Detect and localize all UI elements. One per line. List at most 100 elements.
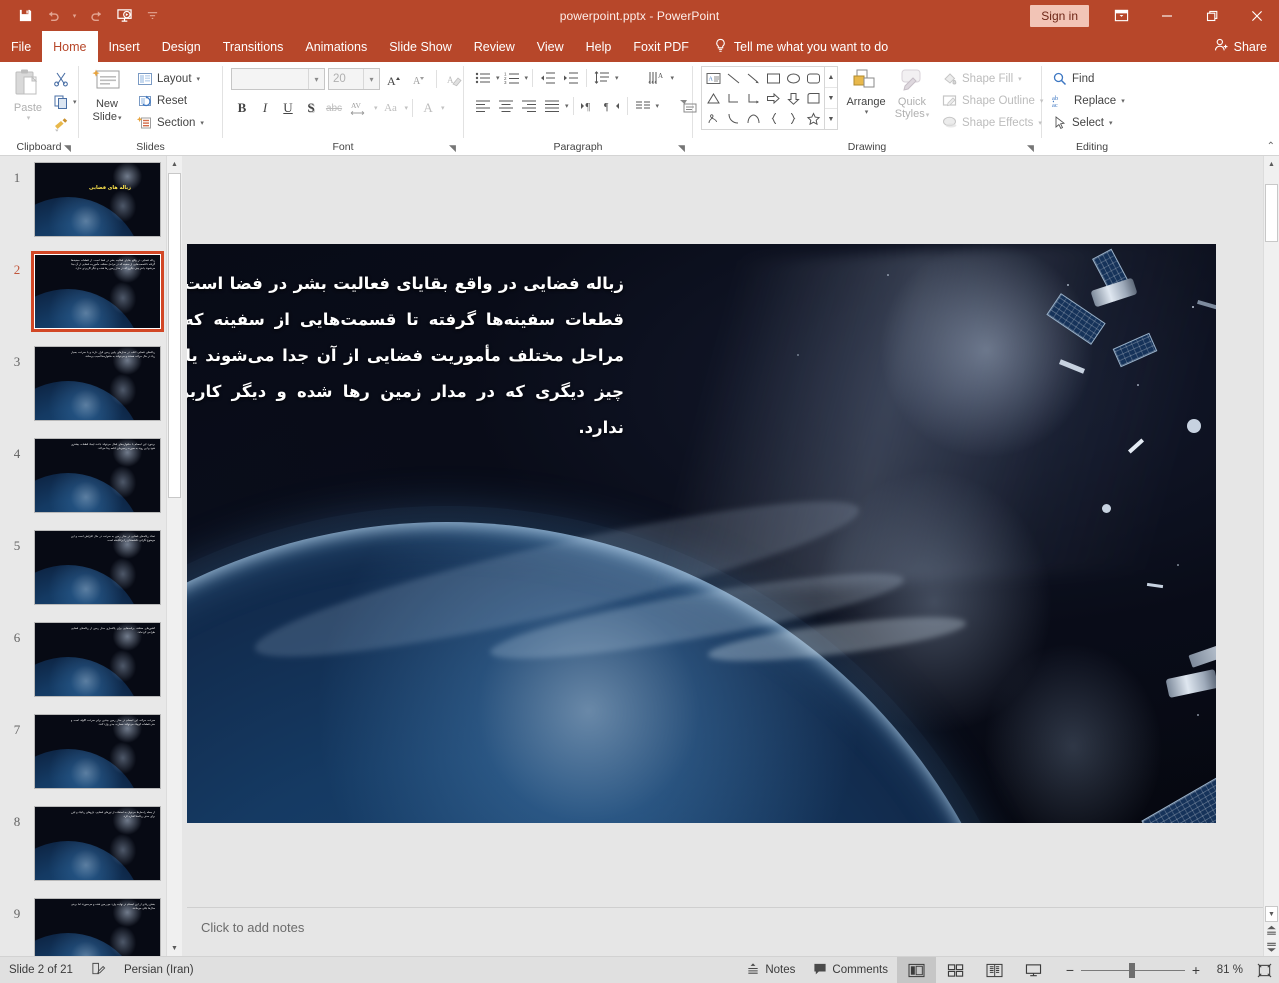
left-brace-shape-icon[interactable] (763, 108, 783, 128)
list-item[interactable]: 9 بخش زیادی از این اجسام در نهایت وارد ج… (0, 892, 182, 956)
slide-scroll-down-icon[interactable]: ▼ (1265, 906, 1278, 922)
strikethrough-button[interactable]: abc (323, 97, 345, 119)
rounded-rectangle-shape-icon[interactable] (803, 68, 823, 88)
tab-design[interactable]: Design (151, 31, 212, 62)
ribbon-display-options-icon[interactable] (1099, 0, 1144, 31)
reset-button[interactable]: Reset (133, 90, 208, 112)
undo-dropdown-icon[interactable]: ▾ (68, 4, 81, 28)
text-box-shape-icon[interactable]: A (703, 68, 723, 88)
notes-pane[interactable]: Click to add notes (187, 908, 1263, 956)
scribble-shape-icon[interactable] (703, 108, 723, 128)
tab-animations[interactable]: Animations (294, 31, 378, 62)
slide-thumbnail[interactable]: برخورد این اجسام با ماهواره‌های فعال می‌… (34, 438, 161, 513)
arrange-button[interactable]: Arrange ▾ (844, 66, 888, 116)
tell-me-box[interactable]: Tell me what you want to do (714, 31, 888, 62)
right-arrow-shape-icon[interactable] (763, 88, 783, 108)
select-button[interactable]: Select ▾ (1048, 112, 1129, 134)
columns-button[interactable] (632, 95, 654, 117)
change-case-dropdown-icon[interactable]: ▾ (405, 104, 409, 112)
copy-button[interactable] (50, 91, 72, 113)
align-center-button[interactable] (495, 95, 517, 117)
paste-dropdown-icon[interactable]: ▾ (27, 114, 31, 122)
font-size-dropdown-icon[interactable]: ▾ (363, 69, 379, 89)
next-slide-button[interactable] (1264, 939, 1279, 956)
thumbnail-scroll-down-icon[interactable]: ▼ (167, 940, 182, 956)
sign-in-button[interactable]: Sign in (1030, 4, 1089, 27)
drawing-dialog-launcher[interactable]: ◥ (1027, 143, 1038, 154)
customize-qat-icon[interactable] (139, 4, 165, 28)
font-color-dropdown-icon[interactable]: ▾ (441, 104, 445, 112)
start-presentation-icon[interactable] (111, 4, 137, 28)
save-icon[interactable] (12, 4, 38, 28)
align-left-button[interactable] (472, 95, 494, 117)
font-color-button[interactable]: A (417, 97, 439, 119)
character-spacing-button[interactable]: AV (346, 97, 372, 119)
underline-button[interactable]: U (277, 97, 299, 119)
down-arrow-shape-icon[interactable] (783, 88, 803, 108)
clipboard-dialog-launcher[interactable]: ◥ (64, 143, 75, 154)
justify-dropdown-icon[interactable]: ▾ (565, 102, 569, 110)
comments-button[interactable]: Comments (804, 957, 897, 983)
align-right-button[interactable] (518, 95, 540, 117)
rtl-text-direction-button[interactable]: ¶ (601, 95, 623, 117)
slide-thumbnail[interactable]: زباله های فضایی (34, 162, 161, 237)
slide-body-text[interactable]: زباله فضایی در واقع بقایای فعالیت بشر در… (187, 266, 624, 446)
elbow-connector-shape-icon[interactable] (723, 88, 743, 108)
list-item[interactable]: 1 زباله های فضایی (0, 156, 182, 248)
zoom-in-button[interactable]: + (1185, 957, 1207, 983)
tab-view[interactable]: View (526, 31, 575, 62)
slide-scrollbar-track[interactable] (1264, 172, 1279, 906)
minimize-button[interactable] (1144, 0, 1189, 31)
increase-indent-button[interactable] (560, 67, 582, 89)
tab-file[interactable]: File (0, 31, 42, 62)
tab-slide-show[interactable]: Slide Show (378, 31, 463, 62)
slide-thumbnail[interactable]: سرعت حرکت این اجسام در مدار زمین چندین ب… (34, 714, 161, 789)
oval-shape-icon[interactable] (783, 68, 803, 88)
slide-show-button[interactable] (1014, 957, 1053, 983)
bullets-button[interactable] (472, 67, 494, 89)
font-name-dropdown-icon[interactable]: ▾ (308, 69, 324, 89)
shapes-more-icon[interactable]: ▼ (825, 109, 837, 129)
font-dialog-launcher[interactable]: ◥ (449, 143, 460, 154)
arrange-dropdown-icon[interactable]: ▾ (865, 108, 869, 116)
normal-view-button[interactable] (897, 956, 936, 983)
decrease-font-size-button[interactable]: A (408, 68, 430, 90)
slide-scrollbar[interactable]: ▲ ▼ (1263, 156, 1279, 956)
tab-help[interactable]: Help (575, 31, 623, 62)
numbering-button[interactable]: 123 (501, 67, 523, 89)
thumbnail-scrollbar-thumb[interactable] (168, 173, 181, 498)
thumbnail-scrollbar[interactable]: ▲ ▼ (166, 156, 182, 956)
collapse-ribbon-icon[interactable]: ⌃ (1267, 141, 1275, 152)
decrease-indent-button[interactable] (537, 67, 559, 89)
paste-button[interactable]: Paste ▾ (6, 66, 50, 136)
list-item[interactable]: 2 زباله فضایی در واقع بقایای فعالیت بشر … (0, 248, 182, 340)
accessibility-checker-button[interactable] (82, 957, 115, 983)
curve-shape-icon[interactable] (743, 108, 763, 128)
shape-effects-button[interactable]: Shape Effects ▾ (938, 112, 1047, 134)
find-button[interactable]: Find (1048, 68, 1129, 90)
new-slide-button[interactable]: New Slide▾ (85, 66, 129, 125)
paragraph-dialog-launcher[interactable]: ◥ (678, 143, 689, 154)
line-arrow-shape-icon[interactable] (743, 68, 763, 88)
undo-icon[interactable] (40, 4, 66, 28)
triangle-shape-icon[interactable] (703, 88, 723, 108)
list-item[interactable]: 4 برخورد این اجسام با ماهواره‌های فعال م… (0, 432, 182, 524)
tab-transitions[interactable]: Transitions (212, 31, 295, 62)
zoom-out-button[interactable]: − (1059, 957, 1081, 983)
list-item[interactable]: 3 زباله‌های فضایی اغلب در مدارهای پایین … (0, 340, 182, 432)
replace-button[interactable]: ab ac Replace ▾ (1048, 90, 1129, 112)
line-spacing-dropdown-icon[interactable]: ▾ (615, 74, 619, 82)
change-case-button[interactable]: Aa (379, 97, 403, 119)
shapes-scroll-down-icon[interactable]: ▼ (825, 88, 837, 109)
text-direction-button[interactable]: A (646, 67, 670, 89)
rectangle-shape-icon[interactable] (763, 68, 783, 88)
tab-foxit-pdf[interactable]: Foxit PDF (622, 31, 700, 62)
language-indicator[interactable]: Persian (Iran) (115, 957, 203, 983)
ltr-text-direction-button[interactable]: ¶ (578, 95, 600, 117)
share-button[interactable]: Share (1214, 31, 1267, 62)
star-shape-icon[interactable] (803, 108, 823, 128)
columns-dropdown-icon[interactable]: ▾ (656, 102, 660, 110)
list-item[interactable]: 5 تعداد زباله‌های فضایی در مدار زمین به … (0, 524, 182, 616)
current-slide[interactable]: زباله فضایی در واقع بقایای فعالیت بشر در… (187, 244, 1216, 823)
line-spacing-button[interactable] (591, 67, 613, 89)
